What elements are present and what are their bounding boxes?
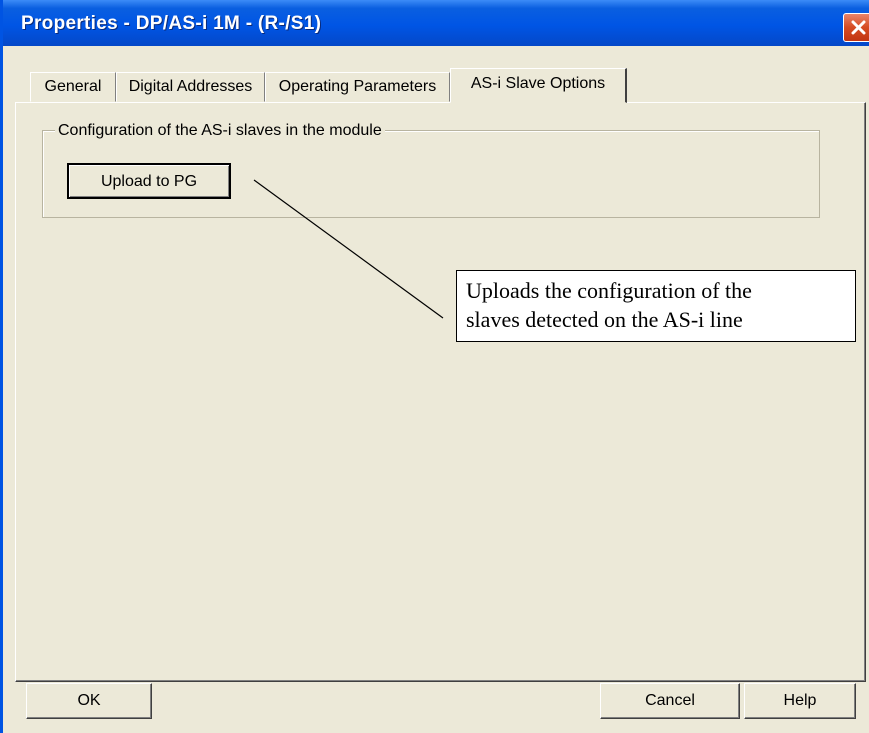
close-button[interactable] <box>843 13 869 42</box>
window-title: Properties - DP/AS-i 1M - (R-/S1) <box>21 13 322 34</box>
properties-dialog: Properties - DP/AS-i 1M - (R-/S1) Genera… <box>0 0 869 733</box>
cancel-button[interactable]: Cancel <box>600 683 740 719</box>
callout-line-1: Uploads the configuration of the <box>466 278 752 303</box>
title-bar[interactable]: Properties - DP/AS-i 1M - (R-/S1) <box>3 0 869 46</box>
dialog-body: General Digital Addresses Operating Para… <box>6 46 869 733</box>
close-icon <box>851 20 866 35</box>
callout-annotation: Uploads the configuration of the slaves … <box>456 270 856 342</box>
ok-button[interactable]: OK <box>26 683 152 719</box>
callout-line-2: slaves detected on the AS-i line <box>466 307 743 332</box>
help-button[interactable]: Help <box>744 683 856 719</box>
tab-as-i-slave-options[interactable]: AS-i Slave Options <box>450 68 627 103</box>
callout-leader-line <box>253 179 444 319</box>
